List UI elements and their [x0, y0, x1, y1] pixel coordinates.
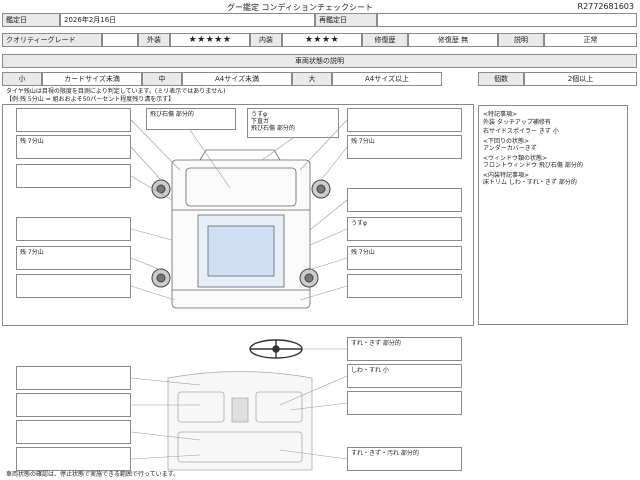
- quality-grade-label: クオリティーグレード: [2, 33, 102, 47]
- legend-count-desc: 2個以上: [524, 72, 637, 86]
- notes-under-line-1: アンダーカバーきず: [483, 145, 537, 152]
- damage-box-left-6: [16, 274, 131, 298]
- interior-rating: ★★★★: [282, 33, 362, 47]
- exterior-label: 外装: [138, 33, 170, 47]
- notes-interior-line-1: 床トリム しわ・すれ・きず 部分的: [483, 179, 577, 186]
- legend-large: 大: [292, 72, 332, 86]
- repair-history-value: 修復歴 無: [408, 33, 498, 47]
- repair-history-label: 修復歴: [362, 33, 408, 47]
- section-title: 車両状態の説明: [2, 54, 637, 68]
- interior-stars: ★★★★: [304, 35, 340, 45]
- damage-box-right-5: 残 7分山: [347, 246, 462, 270]
- notes-under-label: <下回りの状態>: [483, 137, 530, 145]
- damage-box-front-left: 飛び石傷 部分的: [146, 108, 236, 130]
- interior-box-right-4: すれ・きず・汚れ 部分的: [347, 447, 462, 471]
- manual-label: 説明: [498, 33, 544, 47]
- leader-lines-interior: [130, 348, 348, 460]
- interior-box-right-1: すれ・きず 部分的: [347, 337, 462, 361]
- damage-box-front-right: うすφ 下直ガ 飛び石傷 部分的: [247, 108, 339, 138]
- legend-medium: 中: [142, 72, 182, 86]
- quality-grade-value: [102, 33, 138, 47]
- reappraisal-value: [377, 13, 637, 27]
- damage-box-left-4: [16, 217, 131, 241]
- notes-glass-line-1: フロントウィンドウ 飛び石傷 部分的: [483, 162, 583, 169]
- exterior-stars: ★★★★★: [188, 35, 232, 45]
- interior-box-left-4: [16, 447, 131, 471]
- interior-box-left-2: [16, 393, 131, 417]
- legend-small-desc: カードサイズ未満: [42, 72, 142, 86]
- damage-box-right-1: [347, 108, 462, 132]
- damage-box-left-3: [16, 164, 131, 188]
- damage-box-left-5: 残 7分山: [16, 246, 131, 270]
- car-interior-outline: [167, 371, 313, 471]
- interior-box-right-3: [347, 391, 462, 415]
- legend-count: 個数: [478, 72, 524, 86]
- tire-note-line1: タイヤ残山は目視の限度を目測により判定しています。(ミリ表示ではありません): [6, 88, 226, 95]
- reappraisal-label: 再鑑定日: [315, 13, 377, 27]
- notes-special-line-1: 外装 タッチアップ補修有: [483, 118, 551, 126]
- legend-large-desc: A4サイズ以上: [332, 72, 442, 86]
- steering-wheel-icon: [249, 339, 303, 359]
- date-label: 鑑定日: [2, 13, 60, 27]
- damage-box-right-3: [347, 188, 462, 212]
- date-value: 2026年2月16日: [60, 13, 315, 27]
- document-number: R2772681603: [577, 2, 634, 11]
- footer-note: 車両状態の確認は、停止状態で実施できる範囲で行っています。: [6, 471, 179, 478]
- notes-panel: <特記事項> 外装 タッチアップ補修有 右サイドスポイラー きず 小 <下回りの…: [478, 105, 628, 325]
- damage-box-left-1: [16, 108, 131, 132]
- damage-box-left-2: 残 7分山: [16, 135, 131, 159]
- interior-label: 内装: [250, 33, 282, 47]
- notes-glass-label: <ウィンドウ類の状態>: [483, 154, 548, 162]
- damage-box-right-2: 残 7分山: [347, 135, 462, 159]
- damage-box-right-6: [347, 274, 462, 298]
- legend-medium-desc: A4サイズ未満: [182, 72, 292, 86]
- notes-special-line-2: 右サイドスポイラー きず 小: [483, 128, 559, 135]
- interior-box-left-1: [16, 366, 131, 390]
- legend-small: 小: [2, 72, 42, 86]
- interior-box-right-2: しわ・すれ 小: [347, 364, 462, 388]
- damage-box-right-4: うすφ: [347, 217, 462, 241]
- notes-special-label: <特記事項>: [483, 111, 518, 118]
- interior-box-left-3: [16, 420, 131, 444]
- page-title: グー鑑定 コンディションチェックシート: [227, 3, 373, 12]
- exterior-rating: ★★★★★: [170, 33, 250, 47]
- notes-interior-label: <内装特記事項>: [483, 171, 530, 179]
- manual-value: 正常: [544, 33, 637, 47]
- tire-note-line2: 【例:残 5分山 = 組おおよそ50パーセント程度残り溝を示す】: [6, 96, 175, 103]
